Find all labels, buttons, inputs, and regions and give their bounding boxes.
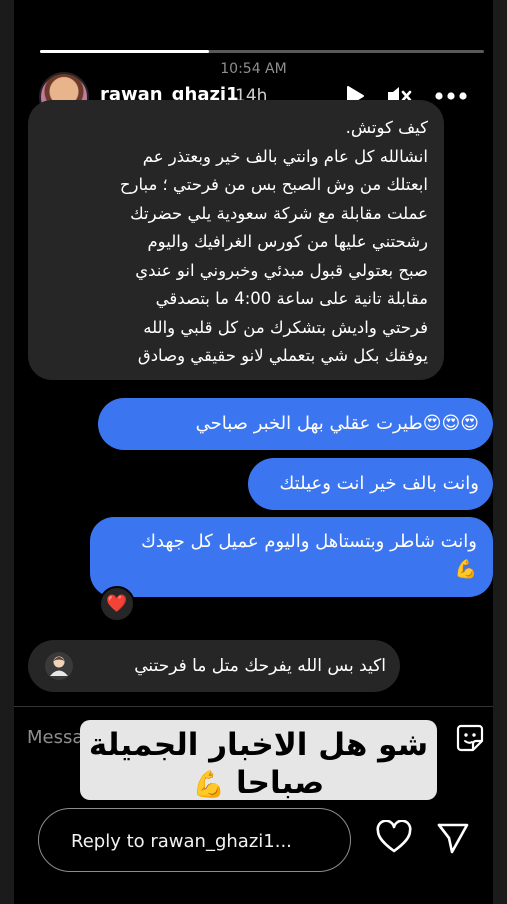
message-line: صبح بعتولي قبول مبدئي وخبروني انو عندي bbox=[135, 260, 428, 280]
story-progress-bar bbox=[40, 50, 484, 53]
message-line: انشالله كل عام وانتي بالف خير وبعتذر عم bbox=[142, 146, 428, 166]
message-line: رشحتني عليها من كورس الغرافيك واليوم bbox=[147, 232, 428, 251]
overlay-caption-line-2: صباحا bbox=[235, 765, 325, 801]
message-line: كيف كوتش. bbox=[345, 118, 428, 137]
screenshot-time: 10:54 AM bbox=[220, 61, 287, 77]
outgoing-message-bubble[interactable]: وانت بالف خير انت وعيلتك bbox=[248, 458, 493, 510]
message-line: عملت مقابلة مع شركة سعودية يلي حضرتك bbox=[130, 203, 428, 223]
message-text: اكيد بس الله يفرحك متل ما فرحتني bbox=[134, 656, 386, 676]
message-line: فرحتي واديش بتشكرك من كل قلبي والله bbox=[143, 317, 428, 337]
incoming-message-bubble[interactable]: اكيد بس الله يفرحك متل ما فرحتني bbox=[28, 640, 400, 692]
sticker-icon[interactable] bbox=[455, 723, 485, 757]
outgoing-message-bubble[interactable]: 😍😍😍طيرت عقلي بهل الخبر صباحي bbox=[98, 398, 493, 450]
reply-placeholder: Reply to rawan_ghazi1... bbox=[71, 831, 292, 852]
message-line: مقابلة تانية على ساعة 4:00 ما بتصدقي bbox=[155, 289, 428, 308]
more-icon[interactable] bbox=[434, 84, 468, 112]
message-line: يوفقك بكل شي بتعملي لانو حقيقي وصادق bbox=[137, 346, 428, 365]
heart-icon[interactable] bbox=[376, 819, 412, 858]
message-input[interactable]: Messa bbox=[27, 727, 83, 748]
heart-reaction[interactable]: ❤️ bbox=[99, 586, 135, 622]
story-text-overlay: شو هل الاخبار الجميلة صباحا 💪 bbox=[80, 720, 437, 801]
story-progress-fill bbox=[40, 50, 209, 53]
message-text: وانت شاطر وبتستاهل واليوم عميل كل جهدك bbox=[141, 531, 477, 552]
message-line: ابعتلك من وش الصبح بس من فرحتي ؛ مبارح bbox=[119, 175, 428, 194]
send-icon[interactable] bbox=[436, 822, 470, 858]
flexed-biceps-icon: 💪 bbox=[192, 770, 226, 800]
story-viewer: 10:54 AM rawan_ghazi1 14h كيف كوتش. انشا… bbox=[14, 0, 493, 904]
outgoing-message-bubble[interactable]: وانت شاطر وبتستاهل واليوم عميل كل جهدك 💪 bbox=[90, 517, 493, 597]
flexed-biceps-icon: 💪 bbox=[454, 559, 477, 580]
message-text: 😍😍😍طيرت عقلي بهل الخبر صباحي bbox=[195, 413, 479, 434]
incoming-message-bubble[interactable]: كيف كوتش. انشالله كل عام وانتي بالف خير … bbox=[28, 100, 444, 380]
overlay-caption-line-1: شو هل الاخبار الجميلة bbox=[88, 727, 429, 763]
message-text: وانت بالف خير انت وعيلتك bbox=[279, 473, 479, 494]
reply-field[interactable]: Reply to rawan_ghazi1... bbox=[38, 808, 351, 872]
person-icon bbox=[44, 651, 74, 685]
